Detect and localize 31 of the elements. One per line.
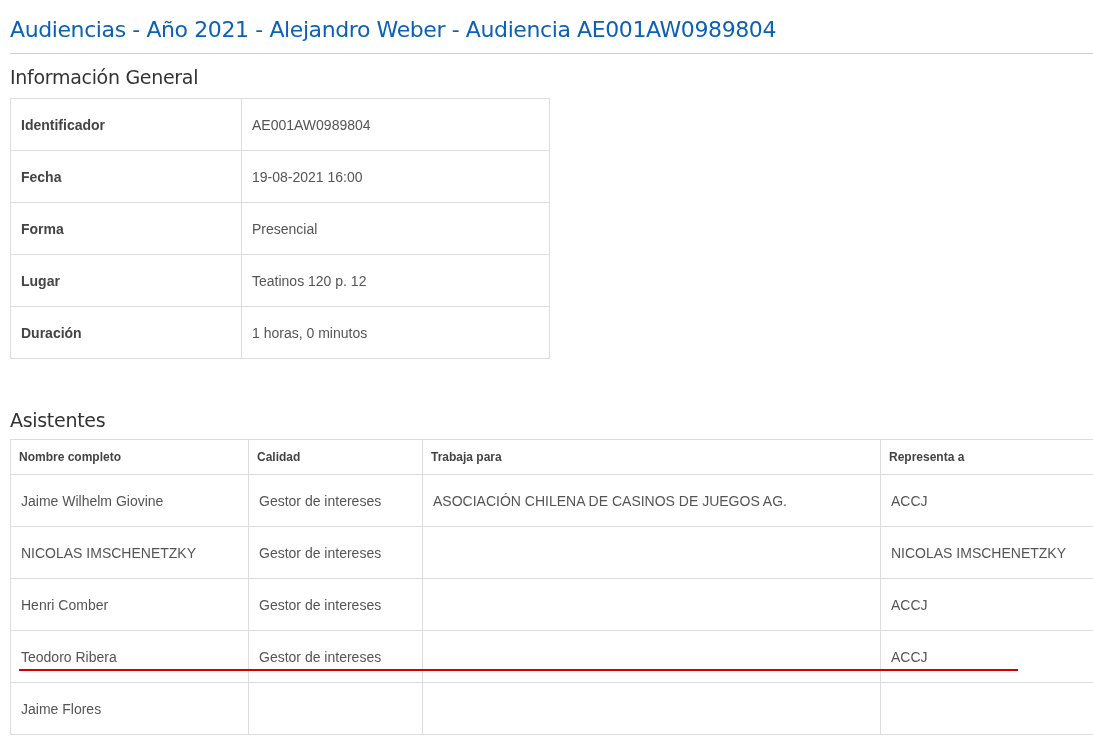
table-cell: Gestor de intereses [259,492,382,509]
field-label: Identificador [10,98,242,151]
table-cell: Jaime Flores [21,700,102,717]
field-value: AE001AW0989804 [241,98,550,151]
column-header: Calidad [248,439,423,475]
column-header: Trabaja para [422,439,881,475]
field-value: Presencial [241,202,550,255]
field-label: Forma [10,202,242,255]
table-cell: Gestor de intereses [259,596,382,613]
section-title: Información General [10,66,200,88]
table-cell: Gestor de intereses [259,544,382,561]
table-cell: ASOCIACIÓN CHILENA DE CASINOS DE JUEGOS AG. [433,492,787,509]
column-header: Representa a [880,439,1093,475]
page-title: Audiencias - Año 2021 - Alejandro Weber - Audiencia AE001AW0989804 [10,0,1093,54]
table-cell: Teodoro Ribera [21,648,117,665]
field-label: Fecha [10,150,242,203]
column-header: Nombre completo [10,439,249,475]
table-cell: Henri Comber [21,596,109,613]
field-value: Teatinos 120 p. 12 [241,254,550,307]
field-label: Duración [10,306,242,359]
field-value: 1 horas, 0 minutos [241,306,550,359]
table-cell: ACCJ [891,596,928,613]
table-cell: ACCJ [891,648,928,665]
table-cell: NICOLAS IMSCHENETZKY [21,544,197,561]
section-title: Asistentes [10,409,107,431]
table-cell: NICOLAS IMSCHENETZKY [891,544,1067,561]
field-value: 19-08-2021 16:00 [241,150,550,203]
field-label: Lugar [10,254,242,307]
table-cell: ACCJ [891,492,928,509]
table-cell: Jaime Wilhelm Giovine [21,492,164,509]
table-cell: Gestor de intereses [259,648,382,665]
